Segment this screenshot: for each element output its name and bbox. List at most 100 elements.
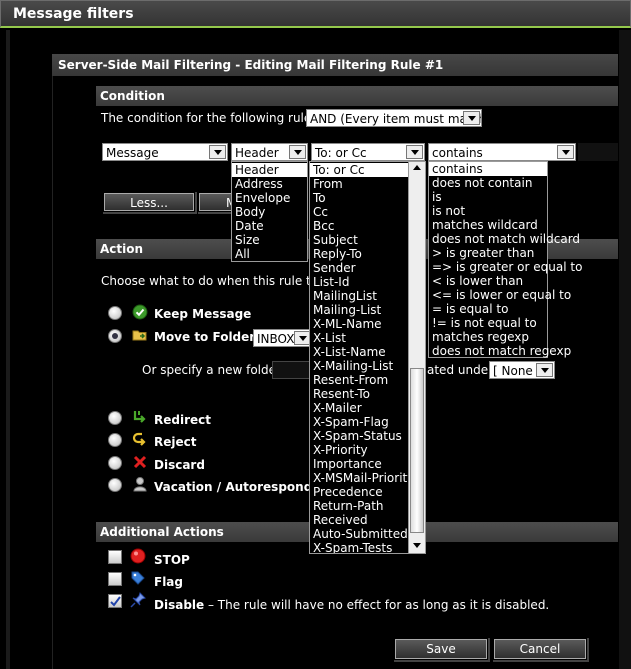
rule-field-value: Message [106,146,159,160]
cancel-button[interactable]: Cancel [494,639,586,659]
dropdown-option[interactable]: Envelope [232,191,307,205]
dropdown-option[interactable]: != is not equal to [429,316,547,330]
rule-value-input[interactable] [578,143,618,161]
tag-icon [131,571,145,585]
dropdown-option[interactable]: Received [310,513,409,527]
dropdown-option[interactable]: Header [232,163,307,177]
dropdown-option[interactable]: does not match wildcard [429,232,580,246]
dropdown-option[interactable]: Auto-Submitted [310,527,409,541]
stop-checkbox[interactable] [108,550,122,564]
disable-description: – The rule will have no effect for as lo… [207,598,550,612]
dropdown-option[interactable]: Resent-From [310,373,409,387]
dropdown-scroll-thumb[interactable] [410,368,424,533]
dropdown-option[interactable]: From [310,177,409,191]
redirect-label: Redirect [154,413,211,427]
dropdown-option[interactable]: Body [232,205,307,219]
dropdown-option[interactable]: does not contain [429,176,547,190]
rule-field-select[interactable]: Message [102,143,228,161]
rule-operator-value: contains [432,146,483,160]
action-heading: Action [100,242,144,256]
dropdown-option[interactable]: X-Spam-Flag [310,415,409,429]
frame-right-scrollbar[interactable] [619,30,631,669]
dropdown-option[interactable]: X-Priority [310,443,409,457]
dropdown-option[interactable]: matches wildcard [429,218,547,232]
rule-part-select[interactable]: Header [231,143,308,161]
condition-mode-select[interactable]: AND (Every item must match) [306,109,482,127]
disable-label: Disable [154,598,205,612]
redirect-radio[interactable] [108,411,122,425]
dropdown-option[interactable]: X-Mailing-List [310,359,409,373]
dropdown-option[interactable]: Resent-To [310,387,409,401]
dropdown-option[interactable]: Sender [310,261,409,275]
dropdown-option[interactable]: Bcc [310,219,409,233]
rule-operator-select[interactable]: contains [428,143,576,161]
action-intro: Choose what to do when this rule trigg [101,274,335,288]
folder-select[interactable]: INBOX [253,329,313,347]
rule-header-select[interactable]: To: or Cc [311,143,425,161]
dropdown-option[interactable]: matches regexp [429,330,547,344]
additional-heading: Additional Actions [100,525,224,539]
dropdown-option[interactable]: Size [232,233,307,247]
flag-checkbox[interactable] [108,572,122,586]
less-button[interactable]: Less... [104,193,194,211]
window-title: Message filters [13,6,134,22]
condition-mode-value: AND (Every item must match) [310,112,482,126]
dropdown-option[interactable]: List-Id [310,275,409,289]
dropdown-option[interactable]: does not match regexp [429,344,571,358]
stop-icon [130,548,146,564]
reject-icon [132,432,146,446]
dropdown-option[interactable]: Reply-To [310,247,409,261]
parent-folder-select[interactable]: [ None ] [489,361,555,379]
reject-radio[interactable] [108,433,122,447]
dropdown-option[interactable]: MailingList [310,289,409,303]
keep-radio[interactable] [108,306,122,320]
dropdown-option[interactable]: X-Mailer [310,401,409,415]
save-button[interactable]: Save [395,639,487,659]
dropdown-option[interactable]: X-List [310,331,409,345]
chevron-down-icon [289,145,306,159]
header-field-dropdown-list[interactable]: To: or Cc From To Cc Bcc Subject Reply-To Sende… [309,161,426,554]
dropdown-option[interactable]: = is equal to [429,302,547,316]
dropdown-option[interactable]: Importance [310,457,409,471]
dropdown-option[interactable]: To: or Cc [310,163,409,177]
dropdown-option[interactable]: X-ML-Name [310,317,409,331]
condition-header: Condition [96,86,618,106]
dropdown-option[interactable]: Precedence [310,485,409,499]
dropdown-option[interactable]: contains [429,162,547,176]
dropdown-option[interactable]: is not [429,204,547,218]
dropdown-option[interactable]: X-Spam-Status [310,429,409,443]
less-button-label: Less... [130,196,168,210]
dropdown-option[interactable]: <= is lower or equal to [429,288,571,302]
dropdown-option[interactable]: Address [232,177,307,191]
new-folder-input[interactable] [272,361,312,379]
dropdown-option[interactable]: < is lower than [429,274,547,288]
header-type-dropdown-list[interactable]: Header Address Envelope Body Date Size All [231,161,308,262]
move-label-text: Move to Folder [154,330,256,344]
dropdown-option[interactable]: X-MSMail-Priority [310,471,414,485]
dropdown-option[interactable]: All [232,247,307,261]
dropdown-option[interactable]: Mailing-List [310,303,409,317]
dropdown-option[interactable]: is [429,190,547,204]
dropdown-option[interactable]: Cc [310,205,409,219]
dropdown-option[interactable]: Return-Path [310,499,409,513]
dropdown-option[interactable]: X-Spam-Tests [310,541,409,553]
more-button[interactable]: M [199,193,236,211]
operator-dropdown-list[interactable]: contains does not contain is is not matches … [428,161,582,358]
disable-checkbox[interactable] [108,594,122,608]
dropdown-option[interactable]: Date [232,219,307,233]
dropdown-option[interactable]: Subject [310,233,409,247]
dropdown-option[interactable]: => is greater or equal to [429,260,582,274]
scroll-up-icon[interactable] [413,165,421,170]
move-radio[interactable] [108,329,122,343]
move-label: Move to Folder – [154,330,265,344]
discard-radio[interactable] [108,456,122,470]
vacation-radio[interactable] [108,478,122,492]
dropdown-option[interactable]: X-List-Name [310,345,409,359]
dropdown-option[interactable]: > is greater than [429,246,547,260]
dropdown-scrollbar[interactable] [408,162,425,553]
scroll-down-icon[interactable] [413,543,421,548]
rule-part-value: Header [235,146,279,160]
condition-rules-label: The condition for the following rules is… [101,111,335,125]
panel-title: Server-Side Mail Filtering - Editing Mai… [52,54,618,76]
dropdown-option[interactable]: To [310,191,409,205]
